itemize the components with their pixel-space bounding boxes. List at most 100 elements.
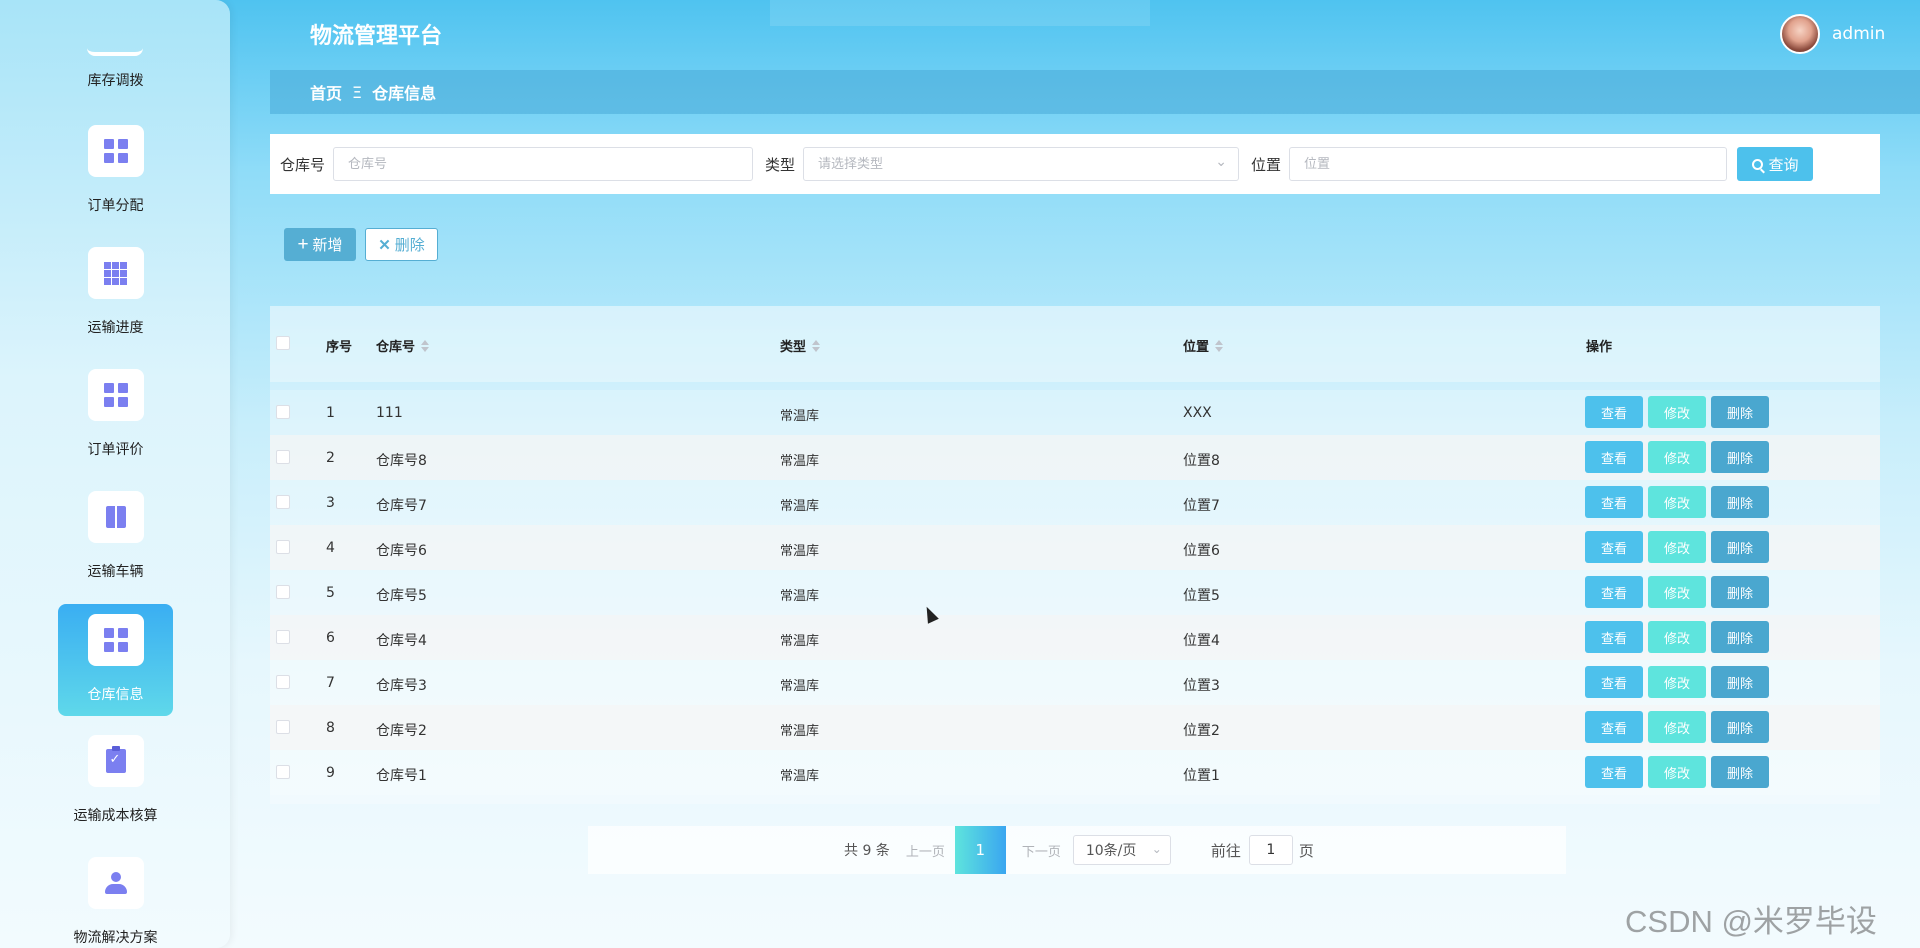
- breadcrumb-current: 仓库信息: [372, 84, 437, 103]
- row-checkbox[interactable]: [276, 540, 290, 554]
- row-checkbox[interactable]: [276, 720, 290, 734]
- chevron-down-icon: ⌄: [1215, 154, 1228, 170]
- sidebar-item-warehouse-info[interactable]: 仓库信息: [58, 604, 173, 716]
- header-ops: 操作: [1586, 340, 1613, 355]
- cell-index: 1: [326, 405, 335, 421]
- cell-warehouse: 仓库号5: [376, 588, 427, 604]
- sidebar-item-order-review[interactable]: 订单评价: [58, 359, 173, 471]
- row-checkbox[interactable]: [276, 630, 290, 644]
- view-button[interactable]: 查看: [1585, 531, 1643, 563]
- sort-icon[interactable]: [1215, 339, 1224, 352]
- sidebar: 库存调拨 订单分配 运输进度 订单评价 运输车辆 仓库信息 运输成本核算 物流解…: [0, 0, 230, 948]
- grid-icon: [87, 614, 144, 666]
- breadcrumb: 首页 Ξ 仓库信息: [270, 70, 1920, 114]
- header-index: 序号: [326, 340, 353, 355]
- pagination: 共 9 条 上一页 1 下一页 10条/页 ⌄ 前往 页: [588, 826, 1566, 874]
- view-button[interactable]: 查看: [1585, 666, 1643, 698]
- sidebar-item-transport-cost[interactable]: 运输成本核算: [58, 725, 173, 837]
- cell-warehouse: 111: [376, 405, 403, 421]
- user-icon: [87, 857, 144, 909]
- row-checkbox[interactable]: [276, 405, 290, 419]
- row-actions: 查看 修改 删除: [1585, 531, 1774, 563]
- cell-warehouse: 仓库号7: [376, 498, 427, 514]
- book-icon: [87, 491, 144, 543]
- view-button[interactable]: 查看: [1585, 441, 1643, 473]
- cell-location: 位置3: [1183, 678, 1220, 694]
- header-warehouse[interactable]: 仓库号: [376, 336, 430, 355]
- header-type[interactable]: 类型: [780, 336, 821, 355]
- edit-button[interactable]: 修改: [1648, 441, 1706, 473]
- row-checkbox[interactable]: [276, 765, 290, 779]
- row-checkbox[interactable]: [276, 585, 290, 599]
- sidebar-item-order-allocation[interactable]: 订单分配: [58, 115, 173, 227]
- cell-location: XXX: [1183, 405, 1212, 421]
- edit-button[interactable]: 修改: [1648, 621, 1706, 653]
- page-number-button[interactable]: 1: [954, 826, 1006, 874]
- location-label: 位置: [1251, 155, 1282, 174]
- delete-button[interactable]: 删除: [1711, 396, 1769, 428]
- view-button[interactable]: 查看: [1585, 621, 1643, 653]
- sidebar-item-label: 运输车辆: [87, 564, 144, 580]
- row-checkbox[interactable]: [276, 495, 290, 509]
- sort-icon[interactable]: [812, 339, 821, 352]
- edit-button[interactable]: 修改: [1648, 531, 1706, 563]
- data-table: 序号 仓库号 类型 位置 操作 1 111 常温库 XXX 查看 修改 删除 2 仓库号8 常温库…: [270, 306, 1880, 804]
- username[interactable]: admin: [1832, 24, 1885, 44]
- delete-button[interactable]: 删除: [1711, 441, 1769, 473]
- cell-index: 2: [326, 450, 335, 466]
- next-page-button[interactable]: 下一页: [1022, 841, 1061, 860]
- edit-button[interactable]: 修改: [1648, 396, 1706, 428]
- sidebar-item-inventory-transfer[interactable]: 库存调拨: [58, 0, 173, 110]
- table-row: 7 仓库号3 常温库 位置3 查看 修改 删除: [270, 660, 1880, 705]
- delete-button[interactable]: 删除: [1711, 711, 1769, 743]
- table-row: 8 仓库号2 常温库 位置2 查看 修改 删除: [270, 705, 1880, 750]
- sidebar-item-vehicles[interactable]: 运输车辆: [58, 481, 173, 593]
- sort-icon[interactable]: [421, 339, 430, 352]
- row-actions: 查看 修改 删除: [1585, 621, 1774, 653]
- cell-index: 7: [326, 675, 335, 691]
- edit-button[interactable]: 修改: [1648, 711, 1706, 743]
- goto-page-input[interactable]: [1248, 835, 1293, 865]
- edit-button[interactable]: 修改: [1648, 576, 1706, 608]
- select-all-checkbox[interactable]: [276, 336, 290, 350]
- delete-button[interactable]: 删除: [1711, 666, 1769, 698]
- batch-delete-button[interactable]: ✕ 删除: [365, 228, 438, 261]
- warehouse-label: 仓库号: [280, 155, 326, 174]
- table-grid-icon: [87, 247, 144, 299]
- page-size-select[interactable]: 10条/页 ⌄: [1072, 835, 1171, 865]
- cell-type: 常温库: [780, 679, 820, 694]
- view-button[interactable]: 查看: [1585, 756, 1643, 788]
- row-checkbox[interactable]: [276, 675, 290, 689]
- add-button[interactable]: + 新增: [284, 228, 356, 261]
- cell-location: 位置1: [1183, 768, 1220, 784]
- edit-button[interactable]: 修改: [1648, 666, 1706, 698]
- type-select-input[interactable]: [803, 147, 1240, 181]
- query-button[interactable]: 查询: [1737, 147, 1814, 181]
- location-input[interactable]: [1289, 147, 1728, 181]
- add-button-label: 新增: [312, 237, 343, 254]
- type-select[interactable]: ⌄: [803, 147, 1240, 181]
- prev-page-button[interactable]: 上一页: [906, 841, 945, 860]
- view-button[interactable]: 查看: [1585, 576, 1643, 608]
- table-row: 3 仓库号7 常温库 位置7 查看 修改 删除: [270, 480, 1880, 525]
- delete-button[interactable]: 删除: [1711, 531, 1769, 563]
- sidebar-item-label: 仓库信息: [87, 687, 144, 703]
- view-button[interactable]: 查看: [1585, 486, 1643, 518]
- sidebar-item-transport-progress[interactable]: 运输进度: [58, 237, 173, 349]
- header-location[interactable]: 位置: [1183, 336, 1224, 355]
- view-button[interactable]: 查看: [1585, 711, 1643, 743]
- edit-button[interactable]: 修改: [1648, 756, 1706, 788]
- breadcrumb-home[interactable]: 首页: [310, 80, 342, 104]
- delete-button[interactable]: 删除: [1711, 486, 1769, 518]
- delete-button[interactable]: 删除: [1711, 756, 1769, 788]
- delete-button[interactable]: 删除: [1711, 576, 1769, 608]
- edit-button[interactable]: 修改: [1648, 486, 1706, 518]
- sidebar-item-logistics-solutions[interactable]: 物流解决方案: [58, 847, 173, 948]
- row-checkbox[interactable]: [276, 450, 290, 464]
- warehouse-input[interactable]: [333, 147, 754, 181]
- delete-button[interactable]: 删除: [1711, 621, 1769, 653]
- table-row: 5 仓库号5 常温库 位置5 查看 修改 删除: [270, 570, 1880, 615]
- view-button[interactable]: 查看: [1585, 396, 1643, 428]
- chevron-down-icon: ⌄: [1151, 842, 1162, 856]
- avatar[interactable]: [1780, 14, 1820, 54]
